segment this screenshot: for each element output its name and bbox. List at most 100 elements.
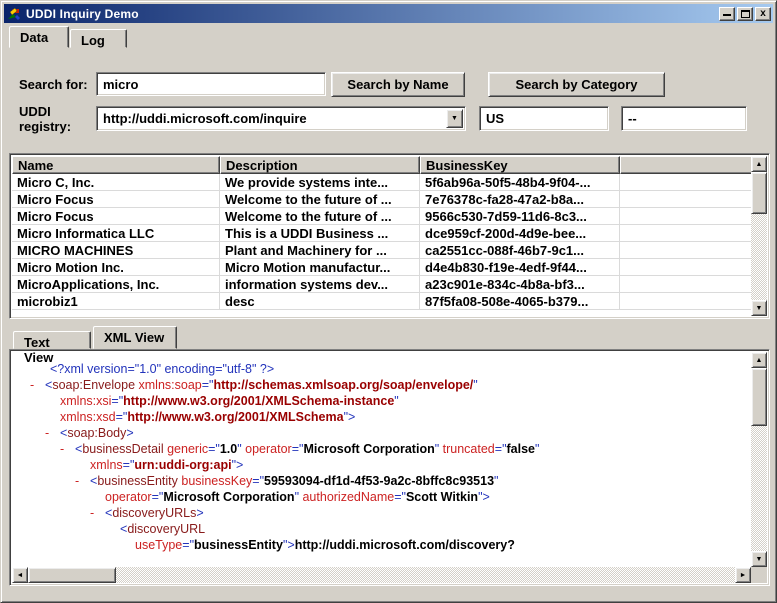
xml-scroll-right-button[interactable]: ► <box>735 567 751 583</box>
xml-token-u: http://www.w3.org/2001/XMLSchema-instanc… <box>123 394 394 408</box>
xml-line: - <businessEntity businessKey="59593094-… <box>16 473 751 489</box>
column-header-Name[interactable]: Name <box>12 156 220 174</box>
results-rows: Micro C, Inc.We provide systems inte...5… <box>12 174 751 310</box>
column-header-BusinessKey[interactable]: BusinessKey <box>420 156 620 174</box>
minimize-button[interactable] <box>719 7 735 21</box>
table-row[interactable]: Micro FocusWelcome to the future of ...9… <box>12 208 751 225</box>
xml-token-a: xmlns:soap <box>139 378 202 392</box>
search-by-name-label: Search by Name <box>347 77 448 92</box>
registry-combobox[interactable]: http://uddi.microsoft.com/inquire ▼ <box>96 106 466 131</box>
tab-data-label: Data <box>20 30 48 45</box>
xml-line: useType="businessEntity">http://uddi.mic… <box>16 537 751 553</box>
registry-label-line2: registry: <box>19 119 71 134</box>
xml-token-p: =" <box>182 538 194 552</box>
table-row[interactable]: MICRO MACHINESPlant and Machinery for ..… <box>12 242 751 259</box>
search-input[interactable]: micro <box>96 72 326 96</box>
xml-collapse-marker[interactable]: - <box>75 473 90 489</box>
results-scroll-down-button[interactable]: ▼ <box>751 300 767 316</box>
xml-line: - <soap:Envelope xmlns:soap="http://sche… <box>16 377 751 393</box>
table-row[interactable]: Micro C, Inc.We provide systems inte...5… <box>12 174 751 191</box>
close-icon: x <box>760 9 766 19</box>
title-bar[interactable]: UDDI Inquiry Demo x <box>4 4 773 23</box>
tab-log[interactable]: Log <box>70 29 127 48</box>
xml-token-e: businessDetail <box>82 442 163 456</box>
xml-token-p: =" <box>394 490 406 504</box>
xml-scroll-down-button[interactable]: ▼ <box>751 551 767 567</box>
table-cell-business_key: 87f5fa08-508e-4065-b379... <box>420 293 620 309</box>
table-cell-name: microbiz1 <box>12 293 220 309</box>
xml-token-u: http://schemas.xmlsoap.org/soap/envelope… <box>213 378 473 392</box>
minimize-icon <box>723 8 731 16</box>
column-header-Description[interactable]: Description <box>220 156 420 174</box>
search-by-category-button[interactable]: Search by Category <box>488 72 665 97</box>
registry-combobox-value: http://uddi.microsoft.com/inquire <box>103 111 307 126</box>
xml-collapse-marker[interactable]: - <box>45 425 60 441</box>
xml-line: xmlns="urn:uddi-org:api"> <box>16 457 751 473</box>
search-by-name-button[interactable]: Search by Name <box>331 72 465 97</box>
table-cell-business_key: d4e4b830-f19e-4edf-9f44... <box>420 259 620 275</box>
xml-hscrollbar-thumb[interactable] <box>28 567 116 583</box>
xml-token-p: "> <box>232 458 244 472</box>
country-field[interactable]: US <box>479 106 609 131</box>
xml-line: - <discoveryURLs> <box>16 505 751 521</box>
xml-token-v: Scott Witkin <box>406 490 478 504</box>
table-cell-business_key: dce959cf-200d-4d9e-bee... <box>420 225 620 241</box>
xml-token-pi: <?xml version="1.0" encoding="utf-8" ?> <box>50 362 274 376</box>
xml-token-v: 59593094-df1d-4f53-9a2c-8bffc8c93513 <box>264 474 494 488</box>
table-row[interactable]: Micro Informatica LLCThis is a UDDI Busi… <box>12 225 751 242</box>
xml-scroll-left-button[interactable]: ◄ <box>12 567 28 583</box>
table-cell-description: Welcome to the future of ... <box>220 191 420 207</box>
xml-token-a: xmlns:xsd <box>60 410 116 424</box>
close-button[interactable]: x <box>755 7 771 21</box>
table-cell-name: MICRO MACHINES <box>12 242 220 258</box>
results-header-row: NameDescriptionBusinessKey <box>12 156 751 174</box>
xml-token-v: false <box>507 442 536 456</box>
table-cell-name: MicroApplications, Inc. <box>12 276 220 292</box>
xml-collapse-marker[interactable]: - <box>30 377 45 393</box>
xml-token-t: http://uddi.microsoft.com/discovery? <box>295 538 515 552</box>
xml-token-e: soap:Envelope <box>52 378 135 392</box>
scroll-up-icon: ▲ <box>756 161 763 168</box>
xml-token-p: " <box>494 474 498 488</box>
xml-token-v: Microsoft Corporation <box>303 442 434 456</box>
xml-line: - <soap:Body> <box>16 425 751 441</box>
xml-horizontal-scrollbar[interactable] <box>12 567 751 583</box>
xml-token-a: xmlns:xsi <box>60 394 111 408</box>
filter-field[interactable]: -- <box>621 106 747 131</box>
xml-token-a: operator <box>105 490 152 504</box>
tab-log-label: Log <box>81 33 105 48</box>
country-field-value: US <box>486 111 504 126</box>
xml-collapse-marker[interactable]: - <box>90 505 105 521</box>
table-cell-business_key: 7e76378c-fa28-47a2-b8a... <box>420 191 620 207</box>
xml-token-p: "> <box>344 410 356 424</box>
search-input-value: micro <box>103 77 138 92</box>
xml-token-a: businessKey <box>181 474 252 488</box>
tab-data[interactable]: Data <box>9 26 69 48</box>
xml-vscrollbar-thumb[interactable] <box>751 368 767 426</box>
xml-token-p: " <box>435 442 443 456</box>
results-scroll-up-button[interactable]: ▲ <box>751 156 767 172</box>
table-cell-description: This is a UDDI Business ... <box>220 225 420 241</box>
table-row[interactable]: MicroApplications, Inc.information syste… <box>12 276 751 293</box>
table-row[interactable]: microbiz1desc87f5fa08-508e-4065-b379... <box>12 293 751 310</box>
xml-scroll-up-button[interactable]: ▲ <box>751 352 767 368</box>
xml-token-a: useType <box>135 538 182 552</box>
app-icon <box>6 6 22 22</box>
column-header-blank[interactable] <box>620 156 751 174</box>
xml-collapse-marker[interactable]: - <box>60 441 75 457</box>
results-scrollbar-thumb[interactable] <box>751 172 767 214</box>
maximize-icon <box>741 10 750 18</box>
xml-token-a: generic <box>167 442 208 456</box>
combo-dropdown-button[interactable]: ▼ <box>446 109 463 128</box>
tab-xml-view[interactable]: XML View <box>93 326 177 349</box>
table-cell-name: Micro Informatica LLC <box>12 225 220 241</box>
table-row[interactable]: Micro FocusWelcome to the future of ...7… <box>12 191 751 208</box>
table-cell-description: Plant and Machinery for ... <box>220 242 420 258</box>
xml-token-p: " <box>535 442 539 456</box>
tab-text-view[interactable]: Text View <box>13 331 91 349</box>
scroll-left-icon: ◄ <box>17 572 24 579</box>
scroll-down-icon: ▼ <box>756 305 763 312</box>
table-row[interactable]: Micro Motion Inc.Micro Motion manufactur… <box>12 259 751 276</box>
maximize-button[interactable] <box>737 7 753 21</box>
xml-line: xmlns:xsi="http://www.w3.org/2001/XMLSch… <box>16 393 751 409</box>
